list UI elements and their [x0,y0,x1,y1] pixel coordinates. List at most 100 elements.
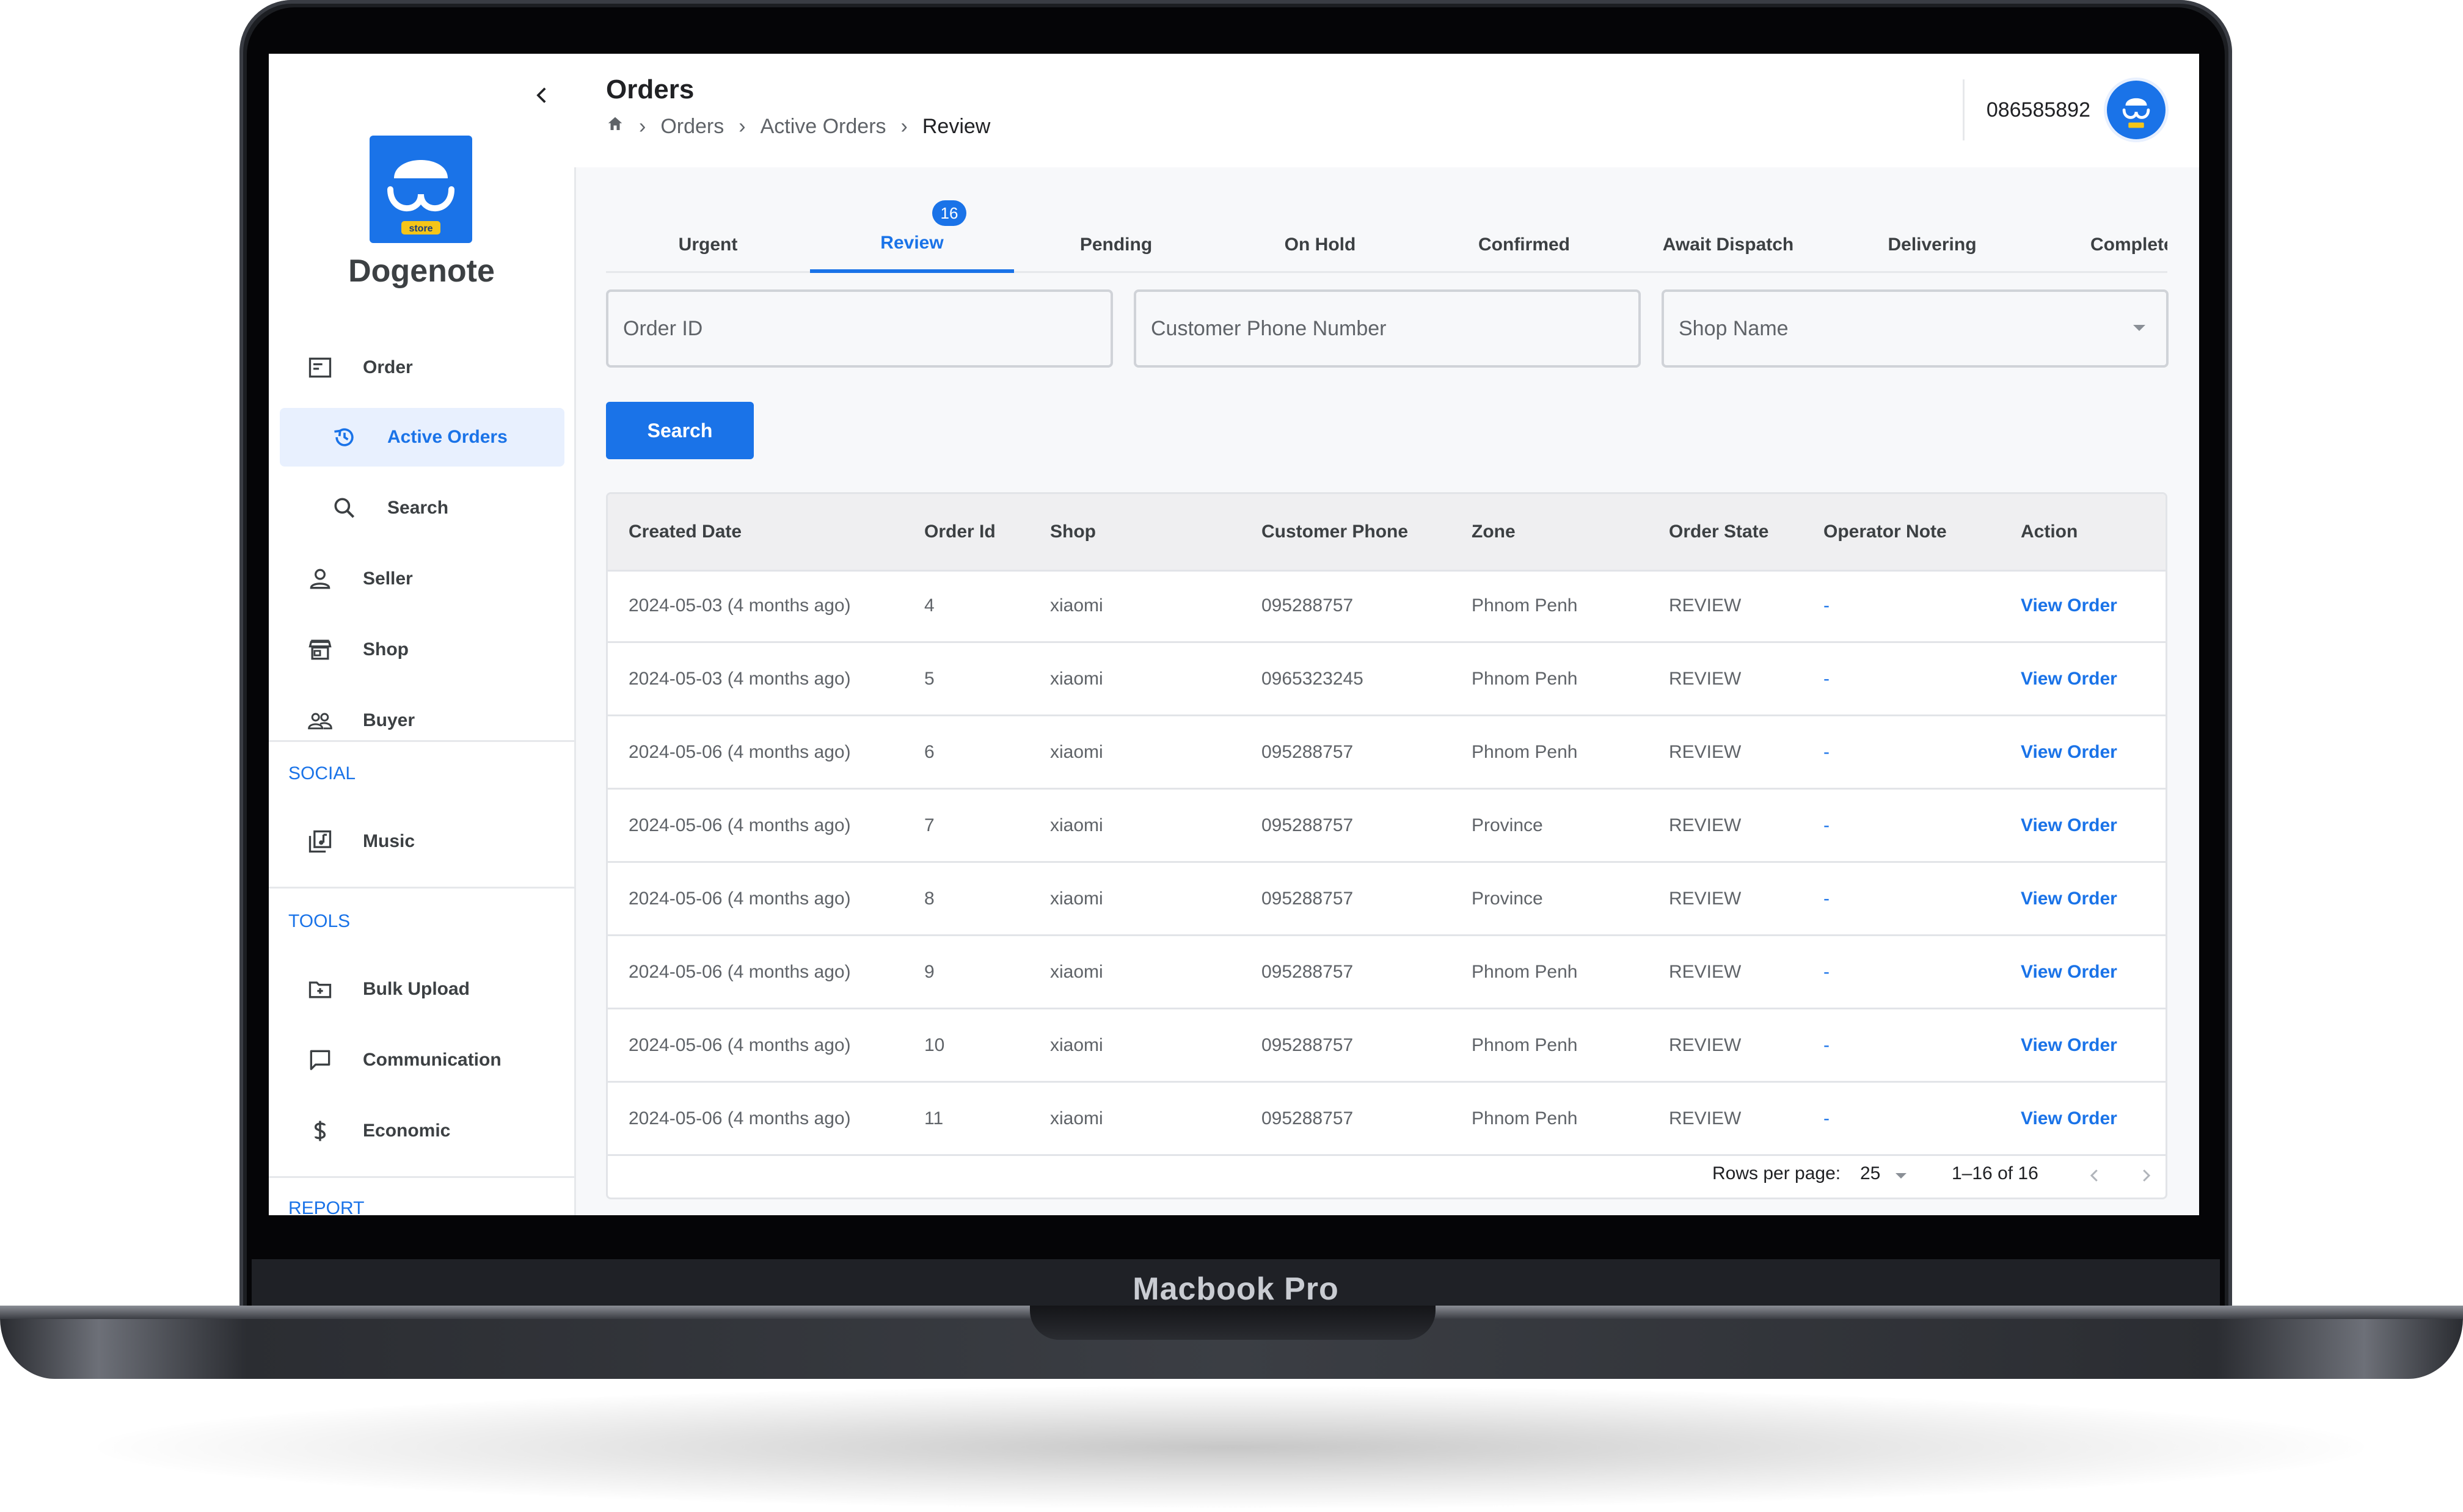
sidebar-item-label: Shop [363,639,409,660]
cell-order-id: 4 [924,595,935,616]
sidebar-item-bulk-upload[interactable]: Bulk Upload [280,960,564,1019]
sidebar-item-shop[interactable]: Shop [280,620,564,679]
cell-order-state: REVIEW [1669,669,1742,689]
column-header[interactable]: Shop [1050,494,1096,570]
order-id-field[interactable] [606,289,1113,368]
cell-operator-note: - [1823,595,1830,616]
cell-zone: Phnom Penh [1472,962,1578,982]
search-button[interactable]: Search [606,402,754,459]
sidebar-divider [269,1176,574,1178]
cell-customer-phone: 095288757 [1261,962,1354,982]
next-page-button[interactable] [2131,1161,2161,1190]
cell-created-date: 2024-05-03 (4 months ago) [629,669,851,689]
logo-mark-icon: store [387,160,454,234]
section-label-tools: TOOLS [288,911,351,931]
breadcrumb-orders[interactable]: Orders [660,115,724,139]
app-name: Dogenote [348,253,495,289]
store-icon [302,631,338,668]
view-order-link[interactable]: View Order [2021,936,2117,1008]
view-order-link[interactable]: View Order [2021,1083,2117,1154]
rows-per-page-select[interactable]: 25 [1860,1163,1880,1184]
chevron-right-icon [2143,1169,2151,1182]
laptop-notch [1030,1306,1436,1340]
cell-order-id: 11 [924,1108,944,1129]
svg-text:store: store [409,224,432,234]
avatar-logo-icon [2122,98,2150,128]
cell-shop: xiaomi [1050,1108,1103,1129]
previous-page-button[interactable] [2080,1161,2109,1190]
sidebar-item-music[interactable]: Music [280,812,564,871]
caret-down-icon[interactable] [1896,1173,1907,1179]
cell-created-date: 2024-05-06 (4 months ago) [629,815,851,835]
cell-order-id: 7 [924,815,935,835]
sidebar-item-order[interactable]: Order [280,338,564,397]
tab-confirmed[interactable]: Confirmed [1422,200,1626,271]
cell-order-state: REVIEW [1669,815,1742,835]
column-header[interactable]: Zone [1472,494,1516,570]
sidebar-item-label: Seller [363,569,413,589]
sidebar-item-communication[interactable]: Communication [280,1031,564,1089]
view-order-link[interactable]: View Order [2021,643,2117,714]
user-menu[interactable]: 086585892 [1962,77,2169,143]
view-order-link[interactable]: View Order [2021,1009,2117,1081]
customer-phone-input[interactable] [1136,292,1638,365]
cell-shop: xiaomi [1050,962,1103,982]
tab-pending[interactable]: Pending [1014,200,1218,271]
cell-customer-phone: 095288757 [1261,815,1354,835]
column-header[interactable]: Order Id [924,494,996,570]
caret-down-icon [2133,325,2145,331]
sidebar-item-seller[interactable]: Seller [280,550,564,608]
shop-name-placeholder: Shop Name [1679,317,1789,340]
cell-customer-phone: 095288757 [1261,1035,1354,1055]
cell-created-date: 2024-05-06 (4 months ago) [629,1108,851,1129]
view-order-link[interactable]: View Order [2021,716,2117,788]
view-order-link[interactable]: View Order [2021,570,2117,641]
sidebar-item-label: Communication [363,1050,502,1070]
cell-customer-phone: 095288757 [1261,595,1354,616]
cell-operator-note: - [1823,815,1830,835]
app-screen: store Dogenote Order Active Orders Searc… [269,54,2199,1215]
device-shadow [98,1386,2364,1508]
breadcrumb-separator-icon: › [900,115,908,138]
order-id-input[interactable] [608,292,1111,365]
cell-shop: xiaomi [1050,815,1103,835]
view-order-link[interactable]: View Order [2021,790,2117,861]
cell-operator-note: - [1823,742,1830,762]
column-header[interactable]: Operator Note [1823,494,1947,570]
top-bar: Orders › Orders › Active Orders › Review… [574,54,2199,167]
column-header[interactable]: Order State [1669,494,1768,570]
tab-urgent[interactable]: Urgent [606,200,810,271]
tab-review[interactable]: Review 16 [810,200,1014,273]
table-header: Created Date Order Id Shop Customer Phon… [608,494,2166,572]
sidebar-item-search[interactable]: Search [280,479,564,537]
table-row: 2024-05-06 (4 months ago) 10 xiaomi 0952887… [608,1009,2166,1083]
cell-customer-phone: 095288757 [1261,1108,1354,1129]
pagination-range: 1–16 of 16 [1952,1163,2038,1183]
order-icon [302,349,338,386]
tab-complete[interactable]: Complete [2034,200,2167,271]
column-header: Action [2021,522,2078,542]
column-header[interactable]: Customer Phone [1261,494,1408,570]
column-header[interactable]: Created Date [629,494,742,570]
device-label: Macbook Pro [1133,1271,1339,1307]
collapse-sidebar-button[interactable] [524,77,561,114]
shop-name-select[interactable]: Shop Name [1662,289,2169,368]
avatar[interactable] [2104,78,2169,142]
sidebar-item-economic[interactable]: Economic [280,1102,564,1160]
tab-await-dispatch[interactable]: Await Dispatch [1626,200,1830,271]
tab-on-hold[interactable]: On Hold [1218,200,1422,271]
customer-phone-field[interactable] [1134,289,1641,368]
cell-order-state: REVIEW [1669,742,1742,762]
cell-zone: Phnom Penh [1472,669,1578,689]
breadcrumb-active-orders[interactable]: Active Orders [761,115,886,139]
cell-customer-phone: 095288757 [1261,742,1354,762]
section-label-social: SOCIAL [288,763,356,783]
tab-delivering[interactable]: Delivering [1830,200,2034,271]
review-count-badge: 16 [932,200,966,226]
rows-per-page-label: Rows per page: [1712,1163,1841,1183]
cell-created-date: 2024-05-06 (4 months ago) [629,742,851,762]
sidebar-item-active-orders[interactable]: Active Orders [280,408,564,467]
table-row: 2024-05-03 (4 months ago) 5 xiaomi 09653232… [608,643,2166,716]
home-icon[interactable] [606,115,624,139]
view-order-link[interactable]: View Order [2021,863,2117,934]
